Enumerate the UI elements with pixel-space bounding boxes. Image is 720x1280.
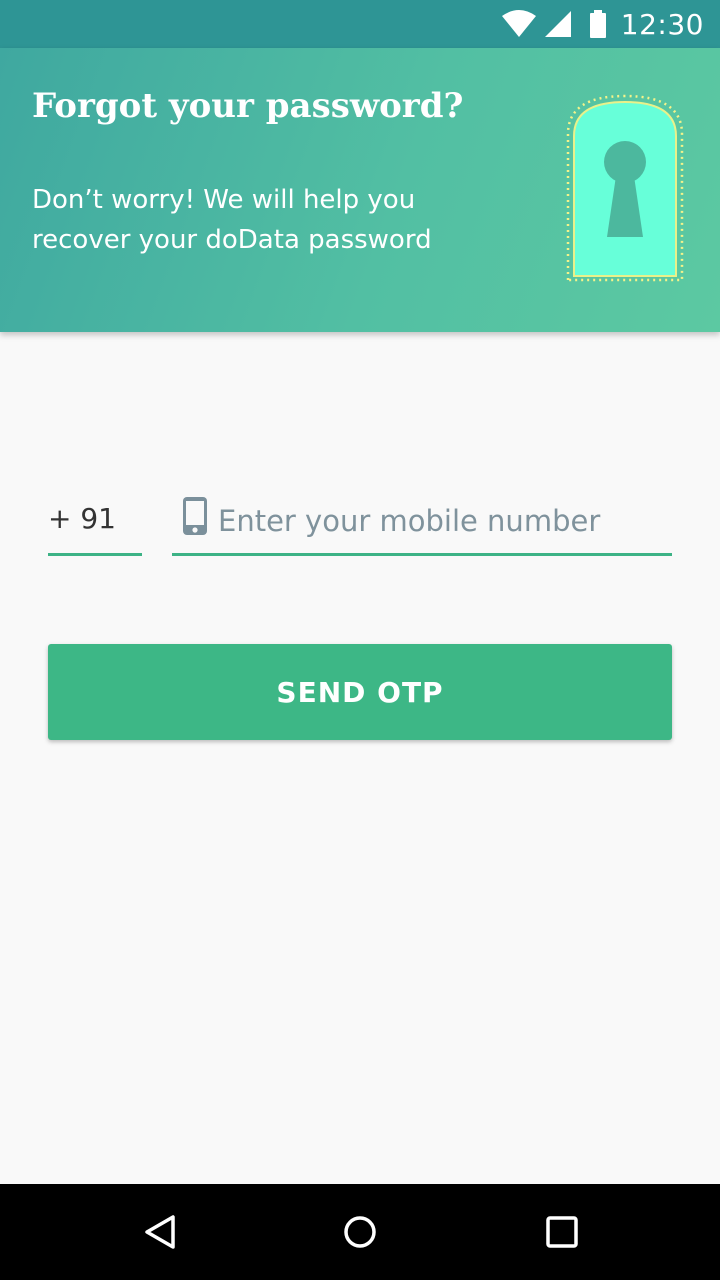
- keyhole-door-icon: [564, 92, 686, 284]
- recents-icon[interactable]: [538, 1208, 586, 1256]
- page-title: Forgot your password?: [32, 86, 464, 126]
- home-icon[interactable]: [336, 1208, 384, 1256]
- back-icon[interactable]: [136, 1208, 184, 1256]
- mobile-number-field[interactable]: [172, 494, 672, 556]
- battery-icon: [589, 10, 607, 38]
- phone-icon: [182, 496, 208, 536]
- wifi-icon: [501, 10, 537, 38]
- country-code-field[interactable]: + 91: [48, 498, 142, 556]
- country-code-value: + 91: [48, 502, 116, 535]
- status-bar: 12:30: [0, 0, 720, 48]
- mobile-number-input[interactable]: [218, 496, 658, 546]
- forgot-password-screen: 12:30 Forgot your password? Don’t worry!…: [0, 0, 720, 1280]
- status-time: 12:30: [620, 7, 704, 41]
- navigation-bar: [0, 1184, 720, 1280]
- header-banner: Forgot your password? Don’t worry! We wi…: [0, 48, 720, 332]
- signal-icon: [543, 10, 573, 38]
- status-icons: 12:30: [501, 0, 704, 48]
- send-otp-button[interactable]: SEND OTP: [48, 644, 672, 740]
- page-subtitle: Don’t worry! We will help you recover yo…: [32, 185, 432, 255]
